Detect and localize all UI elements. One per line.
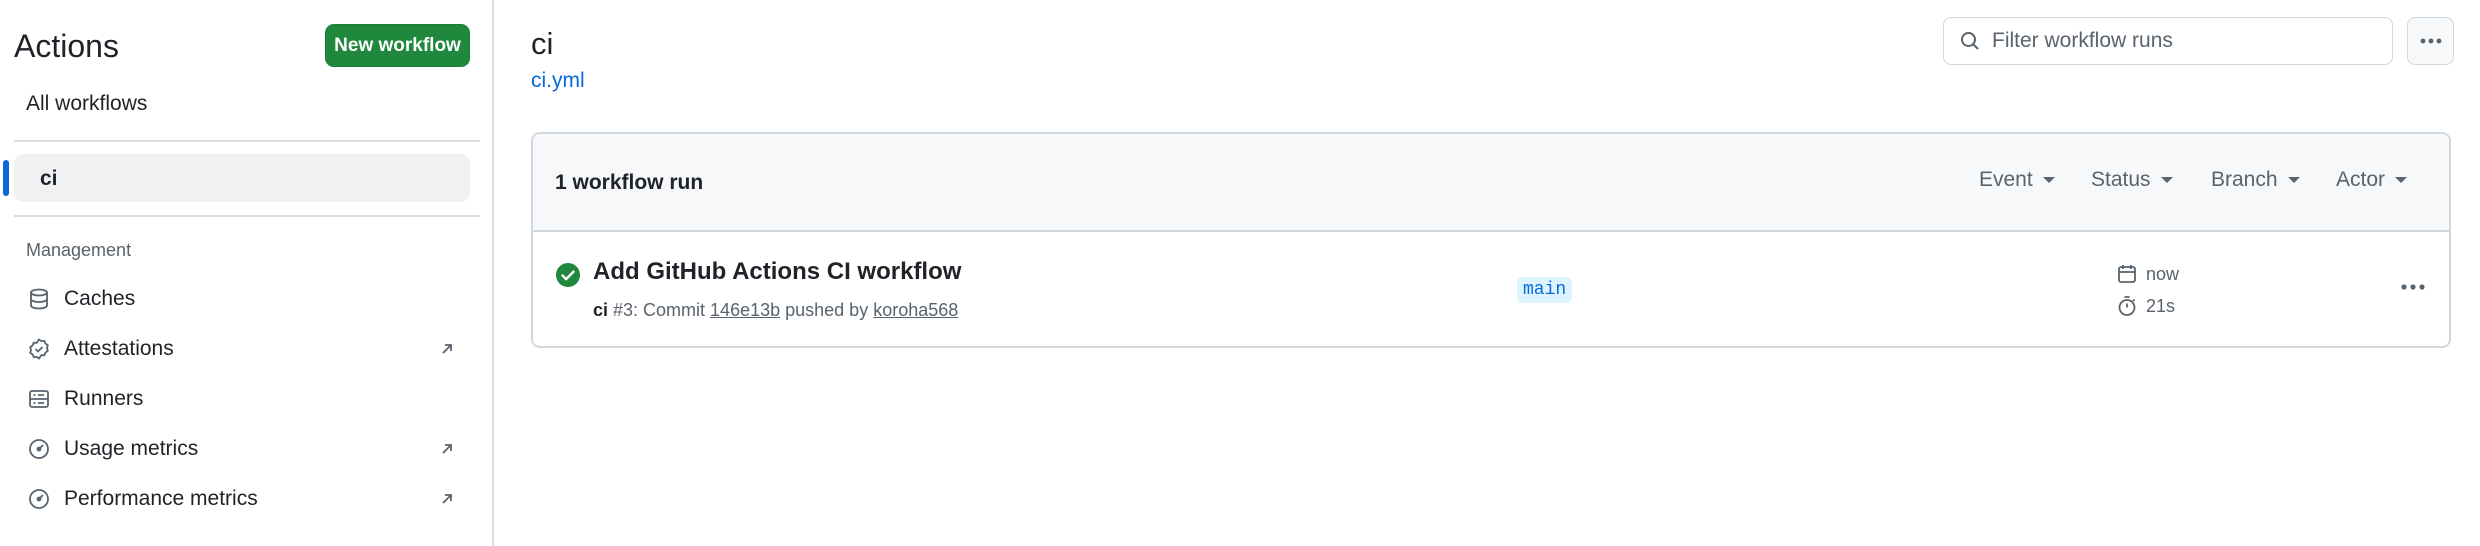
triangle-down-icon bbox=[2395, 177, 2408, 183]
meter-icon bbox=[26, 486, 52, 512]
sidebar-item-label: Usage metrics bbox=[64, 437, 199, 460]
sidebar-item-all-workflows[interactable]: All workflows bbox=[26, 92, 147, 116]
actor-link[interactable]: koroha568 bbox=[873, 300, 958, 320]
page-title: ci bbox=[531, 26, 554, 61]
run-number-text: #3: Commit bbox=[608, 300, 711, 320]
table-row[interactable]: Add GitHub Actions CI workflow ci #3: Co… bbox=[533, 232, 2449, 346]
more-options-button[interactable] bbox=[2407, 17, 2454, 65]
external-link-icon bbox=[438, 340, 456, 358]
sidebar-item-label: Attestations bbox=[64, 337, 174, 360]
dropdown-label: Actor bbox=[2336, 168, 2386, 191]
commit-link[interactable]: 146e13b bbox=[710, 300, 780, 320]
dropdown-label: Branch bbox=[2211, 168, 2278, 191]
stopwatch-icon bbox=[2116, 295, 2138, 317]
sidebar-item-attestations[interactable]: Attestations bbox=[14, 327, 470, 371]
sidebar: Actions New workflow All workflows ci Ma… bbox=[0, 0, 494, 546]
server-icon bbox=[26, 386, 52, 412]
dropdown-label: Event bbox=[1979, 168, 2033, 191]
sidebar-item-label: ci bbox=[40, 167, 58, 190]
run-duration-text: 21s bbox=[2146, 295, 2176, 316]
management-heading: Management bbox=[26, 240, 132, 260]
run-time-text: now bbox=[2146, 263, 2180, 284]
run-more-button[interactable] bbox=[2393, 272, 2433, 302]
sidebar-item-usage-metrics[interactable]: Usage metrics bbox=[14, 427, 470, 471]
filter-actor-dropdown[interactable]: Actor bbox=[2336, 168, 2408, 192]
workflow-runs-list: 1 workflow run Event Status Branch Actor… bbox=[531, 132, 2451, 348]
sidebar-item-performance-metrics[interactable]: Performance metrics bbox=[14, 477, 470, 521]
search-icon bbox=[1958, 29, 1982, 53]
run-workflow-name: ci bbox=[593, 300, 609, 320]
filter-box bbox=[1943, 17, 2393, 65]
runs-count: 1 workflow run bbox=[555, 171, 704, 194]
check-circle-icon bbox=[555, 262, 581, 288]
triangle-down-icon bbox=[2287, 177, 2300, 183]
sidebar-title: Actions bbox=[14, 28, 119, 64]
triangle-down-icon bbox=[2160, 177, 2173, 183]
sidebar-item-label: Caches bbox=[64, 287, 136, 310]
sidebar-item-runners[interactable]: Runners bbox=[14, 377, 470, 421]
filter-status-dropdown[interactable]: Status bbox=[2091, 168, 2173, 192]
calendar-icon bbox=[2116, 263, 2138, 285]
dropdown-label: Status bbox=[2091, 168, 2151, 191]
external-link-icon bbox=[438, 490, 456, 508]
selected-indicator bbox=[3, 160, 9, 196]
triangle-down-icon bbox=[2042, 177, 2055, 183]
meter-icon bbox=[26, 436, 52, 462]
sidebar-item-label: Performance metrics bbox=[64, 487, 258, 510]
branch-badge[interactable]: main bbox=[1517, 277, 1573, 303]
sidebar-divider bbox=[14, 140, 480, 142]
kebab-horizontal-icon bbox=[2419, 32, 2443, 50]
filter-runs-input[interactable] bbox=[1992, 29, 2372, 53]
run-meta: ci #3: Commit 146e13b pushed by koroha56… bbox=[593, 300, 958, 321]
sidebar-item-label: Runners bbox=[64, 387, 144, 410]
run-duration: 21s bbox=[2116, 295, 2175, 317]
new-workflow-button[interactable]: New workflow bbox=[325, 24, 470, 67]
database-icon bbox=[26, 286, 52, 312]
kebab-horizontal-icon bbox=[2400, 278, 2426, 296]
sidebar-divider bbox=[14, 215, 480, 217]
sidebar-item-caches[interactable]: Caches bbox=[14, 277, 470, 321]
filter-event-dropdown[interactable]: Event bbox=[1979, 168, 2055, 192]
sidebar-item-ci[interactable]: ci bbox=[14, 154, 470, 202]
filter-branch-dropdown[interactable]: Branch bbox=[2211, 168, 2300, 192]
pushed-by-text: pushed by bbox=[780, 300, 874, 320]
workflow-file-link[interactable]: ci.yml bbox=[531, 69, 585, 93]
verified-icon bbox=[26, 336, 52, 362]
runs-list-header: 1 workflow run Event Status Branch Actor bbox=[533, 134, 2449, 232]
run-title-link[interactable]: Add GitHub Actions CI workflow bbox=[593, 258, 961, 286]
external-link-icon bbox=[438, 440, 456, 458]
run-time: now bbox=[2116, 263, 2179, 285]
